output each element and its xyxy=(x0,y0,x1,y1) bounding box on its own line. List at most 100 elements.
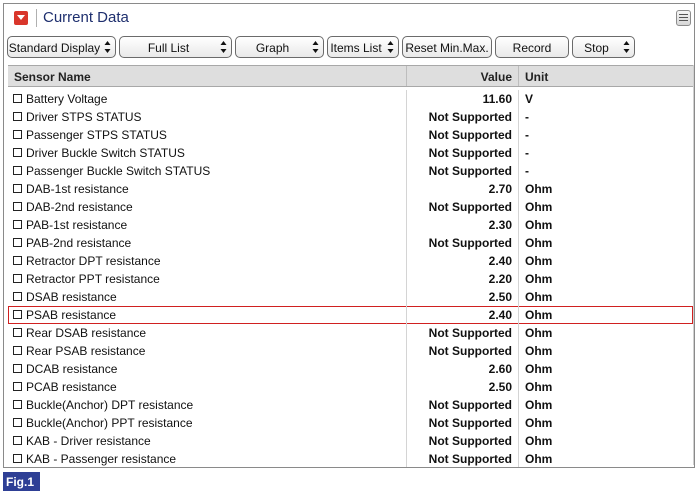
table-row[interactable]: PCAB resistance 2.50 Ohm xyxy=(8,378,693,396)
table-row[interactable]: DAB-2nd resistance Not Supported Ohm xyxy=(8,198,693,216)
sensor-unit: Ohm xyxy=(525,308,553,322)
column-header-unit-cell[interactable]: Unit xyxy=(518,66,693,86)
unit-cell: Ohm xyxy=(518,324,693,342)
sensor-value: 2.40 xyxy=(488,254,512,268)
table-row[interactable]: PSAB resistance 2.40 Ohm xyxy=(8,306,693,324)
column-header-unit: Unit xyxy=(525,70,549,84)
reset-min-max-button[interactable]: Reset Min.Max. xyxy=(402,36,492,58)
graph-label: Graph xyxy=(255,41,290,55)
table-row[interactable]: DSAB resistance 2.50 Ohm xyxy=(8,288,693,306)
table-row[interactable]: Retractor PPT resistance 2.20 Ohm xyxy=(8,270,693,288)
row-checkbox[interactable] xyxy=(13,310,22,319)
table-row[interactable]: Driver Buckle Switch STATUS Not Supported… xyxy=(8,144,693,162)
stop-select[interactable]: Stop xyxy=(572,36,635,58)
value-cell: Not Supported xyxy=(406,432,518,450)
sensor-value: 2.70 xyxy=(488,182,512,196)
value-cell: 11.60 xyxy=(406,90,518,108)
unit-cell: Ohm xyxy=(518,342,693,360)
sensor-unit: Ohm xyxy=(525,236,553,250)
sensor-unit: Ohm xyxy=(525,434,553,448)
unit-cell: Ohm xyxy=(518,288,693,306)
unit-cell: Ohm xyxy=(518,270,693,288)
collapse-arrow-icon[interactable] xyxy=(14,11,28,25)
sensor-value: Not Supported xyxy=(428,200,512,214)
sensor-value: 2.50 xyxy=(488,290,512,304)
table-row[interactable]: Retractor DPT resistance 2.40 Ohm xyxy=(8,252,693,270)
unit-cell: Ohm xyxy=(518,216,693,234)
row-checkbox[interactable] xyxy=(13,202,22,211)
sensor-name: DCAB resistance xyxy=(26,362,118,376)
sensor-unit: Ohm xyxy=(525,326,553,340)
unit-cell: Ohm xyxy=(518,432,693,450)
menu-list-icon[interactable] xyxy=(676,10,691,26)
row-checkbox[interactable] xyxy=(13,454,22,463)
standard-display-select[interactable]: Standard Display xyxy=(7,36,116,58)
sensor-unit: - xyxy=(525,164,529,178)
sensor-unit: Ohm xyxy=(525,362,553,376)
row-checkbox[interactable] xyxy=(13,130,22,139)
value-cell: Not Supported xyxy=(406,414,518,432)
table-row[interactable]: Driver STPS STATUS Not Supported - xyxy=(8,108,693,126)
row-checkbox[interactable] xyxy=(13,148,22,157)
row-checkbox[interactable] xyxy=(13,274,22,283)
row-checkbox[interactable] xyxy=(13,238,22,247)
sensor-unit: - xyxy=(525,128,529,142)
row-checkbox[interactable] xyxy=(13,346,22,355)
row-checkbox[interactable] xyxy=(13,256,22,265)
sensor-unit: Ohm xyxy=(525,200,553,214)
row-checkbox[interactable] xyxy=(13,436,22,445)
row-checkbox[interactable] xyxy=(13,94,22,103)
sensor-value: 2.30 xyxy=(488,218,512,232)
full-list-select[interactable]: Full List xyxy=(119,36,232,58)
value-cell: Not Supported xyxy=(406,108,518,126)
row-checkbox[interactable] xyxy=(13,184,22,193)
row-checkbox[interactable] xyxy=(13,220,22,229)
table-row[interactable]: Buckle(Anchor) DPT resistance Not Support… xyxy=(8,396,693,414)
table-row[interactable]: DAB-1st resistance 2.70 Ohm xyxy=(8,180,693,198)
sensor-value: 11.60 xyxy=(482,92,512,106)
sensor-value: Not Supported xyxy=(428,128,512,142)
unit-cell: Ohm xyxy=(518,198,693,216)
column-header-value: Value xyxy=(480,70,512,84)
table-row[interactable]: Buckle(Anchor) PPT resistance Not Support… xyxy=(8,414,693,432)
row-checkbox[interactable] xyxy=(13,364,22,373)
row-checkbox[interactable] xyxy=(13,418,22,427)
row-checkbox[interactable] xyxy=(13,112,22,121)
unit-cell: Ohm xyxy=(518,378,693,396)
grid-right-border xyxy=(693,65,694,465)
table-row[interactable]: Passenger STPS STATUS Not Supported - xyxy=(8,126,693,144)
table-row[interactable]: Rear DSAB resistance Not Supported Ohm xyxy=(8,324,693,342)
value-cell: 2.50 xyxy=(406,378,518,396)
table-row[interactable]: PAB-1st resistance 2.30 Ohm xyxy=(8,216,693,234)
row-checkbox[interactable] xyxy=(13,292,22,301)
sensor-name: DAB-1st resistance xyxy=(26,182,129,196)
table-row[interactable]: PAB-2nd resistance Not Supported Ohm xyxy=(8,234,693,252)
sensor-value: 2.60 xyxy=(488,362,512,376)
sensor-name: Buckle(Anchor) PPT resistance xyxy=(26,416,193,430)
unit-cell: - xyxy=(518,126,693,144)
row-checkbox[interactable] xyxy=(13,328,22,337)
table-row[interactable]: Rear PSAB resistance Not Supported Ohm xyxy=(8,342,693,360)
sensor-name: PAB-2nd resistance xyxy=(26,236,132,250)
table-row[interactable]: KAB - Driver resistance Not Supported Ohm xyxy=(8,432,693,450)
value-cell: Not Supported xyxy=(406,450,518,467)
sensor-value: 2.40 xyxy=(488,308,512,322)
table-row[interactable]: Passenger Buckle Switch STATUS Not Suppor… xyxy=(8,162,693,180)
row-checkbox[interactable] xyxy=(13,382,22,391)
table-row[interactable]: DCAB resistance 2.60 Ohm xyxy=(8,360,693,378)
value-cell: Not Supported xyxy=(406,342,518,360)
table-row[interactable]: Battery Voltage 11.60 V xyxy=(8,90,693,108)
value-cell: Not Supported xyxy=(406,126,518,144)
title-bar: Current Data xyxy=(4,4,694,32)
items-list-select[interactable]: Items List xyxy=(327,36,399,58)
sensor-unit: Ohm xyxy=(525,182,553,196)
column-header-value-cell[interactable]: Value xyxy=(406,66,518,86)
record-button[interactable]: Record xyxy=(495,36,569,58)
row-checkbox[interactable] xyxy=(13,166,22,175)
row-checkbox[interactable] xyxy=(13,400,22,409)
table-row[interactable]: KAB - Passenger resistance Not Supported O… xyxy=(8,450,693,467)
unit-cell: Ohm xyxy=(518,360,693,378)
sensor-value: Not Supported xyxy=(428,416,512,430)
graph-select[interactable]: Graph xyxy=(235,36,324,58)
column-header-sensor-name[interactable]: Sensor Name xyxy=(14,70,91,84)
